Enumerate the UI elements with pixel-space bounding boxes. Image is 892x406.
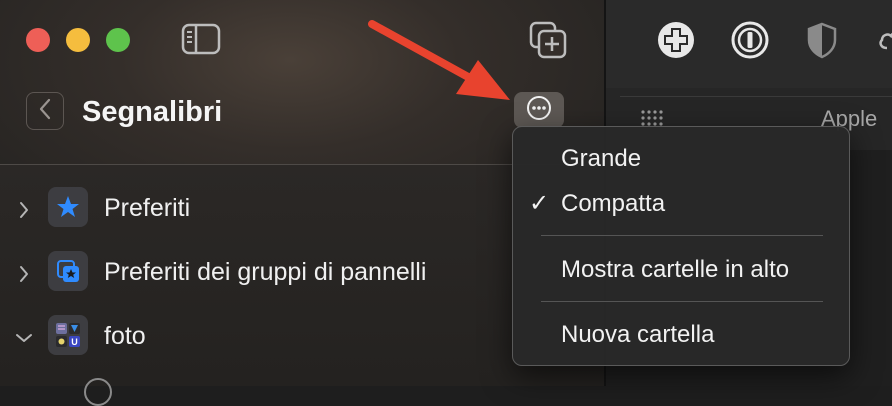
more-options-button[interactable] bbox=[514, 92, 564, 128]
page-title: Segnalibri bbox=[82, 96, 223, 128]
tab-bar-divider bbox=[620, 96, 892, 97]
menu-item-grande[interactable]: Grande bbox=[561, 144, 641, 174]
shield-icon[interactable] bbox=[802, 20, 842, 60]
svg-text:U: U bbox=[71, 337, 78, 347]
partial-item-icon bbox=[84, 378, 112, 406]
password-manager-icon[interactable] bbox=[730, 20, 770, 60]
tab-group-favorites-icon bbox=[48, 251, 88, 291]
menu-separator bbox=[541, 301, 823, 302]
minimize-window-button[interactable] bbox=[66, 28, 90, 52]
chevron-left-icon bbox=[38, 98, 52, 125]
extension-plus-icon[interactable] bbox=[656, 20, 696, 60]
ellipsis-circle-icon bbox=[526, 95, 552, 126]
chevron-right-icon[interactable] bbox=[14, 200, 34, 220]
list-item-label: Preferiti bbox=[104, 194, 191, 222]
list-item-label: Preferiti dei gruppi di pannelli bbox=[104, 258, 427, 286]
chevron-down-icon[interactable] bbox=[14, 328, 34, 348]
chevron-right-icon[interactable] bbox=[14, 264, 34, 284]
checkmark-icon: ✓ bbox=[529, 190, 550, 217]
list-item-label: foto bbox=[104, 322, 146, 350]
sidebar-toggle-icon[interactable] bbox=[180, 22, 222, 56]
back-button[interactable] bbox=[26, 92, 64, 130]
cloud-icon[interactable] bbox=[872, 20, 892, 60]
zoom-window-button[interactable] bbox=[106, 28, 130, 52]
menu-item-mostra-cartelle[interactable]: Mostra cartelle in alto bbox=[561, 255, 789, 285]
new-tab-icon[interactable] bbox=[528, 20, 568, 60]
star-icon bbox=[48, 187, 88, 227]
menu-item-compatta[interactable]: Compatta bbox=[561, 189, 665, 219]
close-window-button[interactable] bbox=[26, 28, 50, 52]
folder-thumbnails-icon: U bbox=[48, 315, 88, 355]
menu-separator bbox=[541, 235, 823, 236]
menu-item-nuova-cartella[interactable]: Nuova cartella bbox=[561, 320, 714, 350]
view-options-menu: Grande ✓ Compatta Mostra cartelle in alt… bbox=[512, 126, 850, 366]
tab-overview-icon[interactable] bbox=[640, 108, 664, 128]
